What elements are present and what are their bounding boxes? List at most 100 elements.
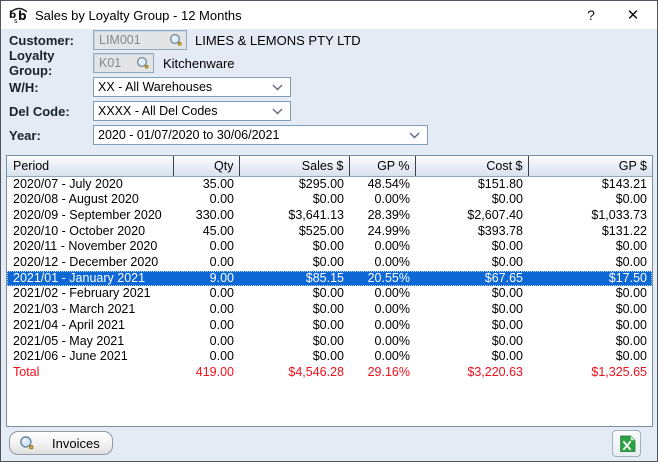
qty-cell[interactable]: 45.00 bbox=[173, 224, 239, 240]
gp-cell[interactable]: $143.21 bbox=[528, 176, 652, 192]
cost-cell[interactable]: $0.00 bbox=[415, 255, 528, 271]
warehouse-select[interactable]: XX - All Warehouses bbox=[93, 77, 291, 97]
period-cell[interactable]: 2020/12 - December 2020 bbox=[7, 255, 173, 271]
cost-cell[interactable]: $393.78 bbox=[415, 224, 528, 240]
del-code-select[interactable]: XXXX - All Del Codes bbox=[93, 101, 291, 121]
gp-cell[interactable]: $0.00 bbox=[528, 334, 652, 350]
cost-cell[interactable]: $2,607.40 bbox=[415, 208, 528, 224]
column-header-gp-pct[interactable]: GP % bbox=[349, 156, 415, 176]
gp-pct-cell[interactable]: 0.00% bbox=[349, 286, 415, 302]
column-header-cost[interactable]: Cost $ bbox=[415, 156, 528, 176]
period-cell[interactable]: 2021/03 - March 2021 bbox=[7, 302, 173, 318]
gp-cell[interactable]: $1,033.73 bbox=[528, 208, 652, 224]
gp-pct-cell[interactable]: 0.00% bbox=[349, 192, 415, 208]
gp-cell[interactable]: $0.00 bbox=[528, 239, 652, 255]
qty-cell[interactable]: 0.00 bbox=[173, 318, 239, 334]
period-cell[interactable]: 2020/09 - September 2020 bbox=[7, 208, 173, 224]
table-row[interactable]: 2020/10 - October 2020 45.00 $525.00 24.… bbox=[7, 224, 652, 240]
qty-cell[interactable]: 9.00 bbox=[173, 271, 239, 287]
gp-cell[interactable]: $0.00 bbox=[528, 302, 652, 318]
magnifier-icon[interactable] bbox=[136, 56, 150, 70]
help-button[interactable]: ? bbox=[575, 1, 607, 29]
table-row[interactable]: 2020/07 - July 2020 35.00 $295.00 48.54%… bbox=[7, 176, 652, 192]
qty-cell[interactable]: 0.00 bbox=[173, 239, 239, 255]
gp-pct-cell[interactable]: 0.00% bbox=[349, 302, 415, 318]
gp-cell[interactable]: $0.00 bbox=[528, 255, 652, 271]
table-row[interactable]: 2020/11 - November 2020 0.00 $0.00 0.00%… bbox=[7, 239, 652, 255]
sales-cell[interactable]: $0.00 bbox=[239, 302, 349, 318]
qty-cell[interactable]: 0.00 bbox=[173, 286, 239, 302]
qty-cell[interactable]: 0.00 bbox=[173, 349, 239, 365]
table-row[interactable]: 2021/04 - April 2021 0.00 $0.00 0.00% $0… bbox=[7, 318, 652, 334]
sales-cell[interactable]: $0.00 bbox=[239, 239, 349, 255]
loyalty-group-code-input[interactable] bbox=[94, 56, 136, 70]
cost-cell[interactable]: $151.80 bbox=[415, 176, 528, 192]
cost-cell[interactable]: $0.00 bbox=[415, 286, 528, 302]
gp-cell[interactable]: $0.00 bbox=[528, 192, 652, 208]
period-cell[interactable]: 2020/07 - July 2020 bbox=[7, 176, 173, 192]
period-cell[interactable]: 2020/11 - November 2020 bbox=[7, 239, 173, 255]
period-cell[interactable]: 2021/04 - April 2021 bbox=[7, 318, 173, 334]
sales-cell[interactable]: $0.00 bbox=[239, 255, 349, 271]
gp-pct-cell[interactable]: 0.00% bbox=[349, 334, 415, 350]
gp-pct-cell[interactable]: 48.54% bbox=[349, 176, 415, 192]
table-row[interactable]: 2021/01 - January 2021 9.00 $85.15 20.55… bbox=[7, 271, 652, 287]
loyalty-group-code-field[interactable] bbox=[93, 53, 154, 73]
qty-cell[interactable]: 330.00 bbox=[173, 208, 239, 224]
gp-pct-cell[interactable]: 28.39% bbox=[349, 208, 415, 224]
magnifier-icon[interactable] bbox=[169, 33, 183, 47]
table-row[interactable]: 2020/12 - December 2020 0.00 $0.00 0.00%… bbox=[7, 255, 652, 271]
qty-cell[interactable]: 35.00 bbox=[173, 176, 239, 192]
sales-cell[interactable]: $295.00 bbox=[239, 176, 349, 192]
gp-pct-cell[interactable]: 20.55% bbox=[349, 271, 415, 287]
column-header-period[interactable]: Period bbox=[7, 156, 173, 176]
close-button[interactable]: ✕ bbox=[617, 1, 649, 29]
table-row[interactable]: 2021/02 - February 2021 0.00 $0.00 0.00%… bbox=[7, 286, 652, 302]
gp-cell[interactable]: $0.00 bbox=[528, 318, 652, 334]
column-header-gp[interactable]: GP $ bbox=[528, 156, 652, 176]
gp-pct-cell[interactable]: 0.00% bbox=[349, 255, 415, 271]
sales-cell[interactable]: $85.15 bbox=[239, 271, 349, 287]
invoices-button[interactable]: Invoices bbox=[9, 431, 113, 455]
export-to-excel-button[interactable] bbox=[612, 430, 641, 457]
gp-pct-cell[interactable]: 0.00% bbox=[349, 349, 415, 365]
table-row[interactable]: 2021/06 - June 2021 0.00 $0.00 0.00% $0.… bbox=[7, 349, 652, 365]
gp-cell[interactable]: $0.00 bbox=[528, 286, 652, 302]
year-select[interactable]: 2020 - 01/07/2020 to 30/06/2021 bbox=[93, 125, 428, 145]
period-cell[interactable]: 2021/05 - May 2021 bbox=[7, 334, 173, 350]
sales-cell[interactable]: $525.00 bbox=[239, 224, 349, 240]
sales-cell[interactable]: $0.00 bbox=[239, 192, 349, 208]
table-row[interactable]: 2020/08 - August 2020 0.00 $0.00 0.00% $… bbox=[7, 192, 652, 208]
cost-cell[interactable]: $0.00 bbox=[415, 239, 528, 255]
table-row[interactable]: 2021/05 - May 2021 0.00 $0.00 0.00% $0.0… bbox=[7, 334, 652, 350]
period-cell[interactable]: 2021/01 - January 2021 bbox=[7, 271, 173, 287]
gp-pct-cell[interactable]: 24.99% bbox=[349, 224, 415, 240]
gp-cell[interactable]: $0.00 bbox=[528, 349, 652, 365]
gp-pct-cell[interactable]: 0.00% bbox=[349, 318, 415, 334]
cost-cell[interactable]: $67.65 bbox=[415, 271, 528, 287]
column-header-qty[interactable]: Qty bbox=[173, 156, 239, 176]
sales-cell[interactable]: $0.00 bbox=[239, 286, 349, 302]
period-cell[interactable]: 2020/08 - August 2020 bbox=[7, 192, 173, 208]
sales-cell[interactable]: $0.00 bbox=[239, 318, 349, 334]
cost-cell[interactable]: $0.00 bbox=[415, 349, 528, 365]
period-cell[interactable]: 2021/06 - June 2021 bbox=[7, 349, 173, 365]
qty-cell[interactable]: 0.00 bbox=[173, 192, 239, 208]
customer-code-input[interactable] bbox=[94, 33, 169, 47]
cost-cell[interactable]: $0.00 bbox=[415, 302, 528, 318]
period-cell[interactable]: 2021/02 - February 2021 bbox=[7, 286, 173, 302]
cost-cell[interactable]: $0.00 bbox=[415, 334, 528, 350]
customer-code-field[interactable] bbox=[93, 30, 187, 50]
cost-cell[interactable]: $0.00 bbox=[415, 192, 528, 208]
gp-pct-cell[interactable]: 0.00% bbox=[349, 239, 415, 255]
qty-cell[interactable]: 0.00 bbox=[173, 255, 239, 271]
gp-cell[interactable]: $17.50 bbox=[528, 271, 652, 287]
qty-cell[interactable]: 0.00 bbox=[173, 302, 239, 318]
sales-cell[interactable]: $0.00 bbox=[239, 349, 349, 365]
column-header-sales[interactable]: Sales $ bbox=[239, 156, 349, 176]
sales-cell[interactable]: $3,641.13 bbox=[239, 208, 349, 224]
sales-cell[interactable]: $0.00 bbox=[239, 334, 349, 350]
table-row[interactable]: 2020/09 - September 2020 330.00 $3,641.1… bbox=[7, 208, 652, 224]
cost-cell[interactable]: $0.00 bbox=[415, 318, 528, 334]
period-cell[interactable]: 2020/10 - October 2020 bbox=[7, 224, 173, 240]
